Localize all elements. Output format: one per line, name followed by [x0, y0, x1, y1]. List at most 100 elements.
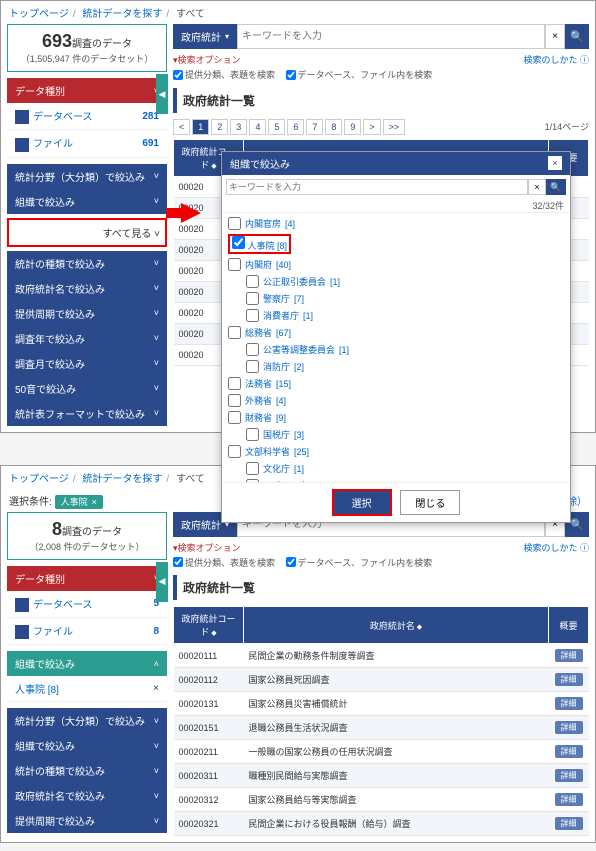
- search-help-link[interactable]: 検索のしかた ⓘ: [523, 541, 589, 554]
- view-all-button[interactable]: すべて見る ˅: [7, 218, 167, 247]
- modal-search-input[interactable]: [226, 179, 528, 195]
- table-row[interactable]: 00020111民間企業の勤務条件制度等調査詳細: [174, 644, 589, 668]
- org-option[interactable]: 財務省 [9]: [228, 409, 564, 426]
- bc-browse[interactable]: 統計データを探す: [82, 474, 162, 485]
- filter-panel[interactable]: 統計表フォーマットで絞込み˅: [7, 401, 167, 426]
- sidebar: 693調査のデータ （1,505,947 件のデータセット） ◀ データ種別˅ …: [7, 24, 167, 426]
- detail-button[interactable]: 詳細: [555, 721, 583, 734]
- row-database[interactable]: データベース5: [7, 591, 167, 618]
- page-3[interactable]: 3: [230, 119, 247, 135]
- org-option[interactable]: 消防庁 [2]: [228, 358, 564, 375]
- org-option[interactable]: 文部科学省 [25]: [228, 443, 564, 460]
- page-6[interactable]: 6: [287, 119, 304, 135]
- page-9[interactable]: 9: [344, 119, 361, 135]
- filter-panel[interactable]: 提供周期で絞込み˅: [7, 301, 167, 326]
- page-2[interactable]: 2: [211, 119, 228, 135]
- search-help-link[interactable]: 検索のしかた ⓘ: [523, 53, 589, 66]
- modal-search-button[interactable]: 🔍: [546, 179, 566, 195]
- cb-content-search[interactable]: データベース、ファイル内を検索: [286, 68, 433, 81]
- filter-panel[interactable]: 組織で絞込み˅: [7, 733, 167, 758]
- remove-icon[interactable]: ×: [153, 683, 159, 694]
- sidebar-collapse[interactable]: ◀: [156, 74, 168, 114]
- page-7[interactable]: 7: [306, 119, 323, 135]
- page-1[interactable]: 1: [192, 119, 209, 135]
- org-option[interactable]: 内閣府 [40]: [228, 256, 564, 273]
- modal-org-list[interactable]: 内閣官房 [4] 人事院 [8] 内閣府 [40] 公正取引委員会 [1] 警察…: [222, 212, 570, 482]
- modal-search-clear[interactable]: ×: [528, 179, 546, 195]
- filter-panel[interactable]: 政府統計名で絞込み˅: [7, 276, 167, 301]
- org-option[interactable]: 警察庁 [7]: [228, 290, 564, 307]
- search-scope-select[interactable]: 政府統計: [173, 24, 237, 49]
- detail-button[interactable]: 詳細: [555, 769, 583, 782]
- cb-content-search[interactable]: データベース、ファイル内を検索: [286, 556, 433, 569]
- filter-panel[interactable]: 調査月で絞込み˅: [7, 351, 167, 376]
- cb-title-search[interactable]: 提供分類、表題を検索: [173, 556, 275, 569]
- table-row[interactable]: 00020312国家公務員給与等実態調査詳細: [174, 788, 589, 812]
- org-option[interactable]: 消費者庁 [1]: [228, 307, 564, 324]
- page->[interactable]: >: [363, 119, 380, 135]
- page-info: 1/14ページ: [545, 120, 589, 133]
- modal-close-icon[interactable]: ×: [548, 156, 562, 170]
- org-option[interactable]: 内閣官房 [4]: [228, 215, 564, 232]
- filter-panel[interactable]: 調査年で絞込み˅: [7, 326, 167, 351]
- page-8[interactable]: 8: [325, 119, 342, 135]
- panel-org-filter[interactable]: 組織で絞込み˄: [7, 651, 167, 676]
- search-bar: 政府統計 × 🔍: [173, 24, 589, 49]
- sidebar-collapse[interactable]: ◀: [156, 562, 168, 602]
- org-option[interactable]: 法務省 [15]: [228, 375, 564, 392]
- filter-panel[interactable]: 提供周期で絞込み˅: [7, 808, 167, 833]
- cb-title-search[interactable]: 提供分類、表題を検索: [173, 68, 275, 81]
- col-code[interactable]: 政府統計コード: [174, 607, 244, 644]
- panel-data-type[interactable]: データ種別˅: [7, 566, 167, 591]
- filter-panel[interactable]: 政府統計名で絞込み˅: [7, 783, 167, 808]
- org-option[interactable]: 文化庁 [1]: [228, 460, 564, 477]
- modal-select-button[interactable]: 選択: [332, 489, 392, 516]
- remove-filter-icon: ×: [92, 497, 97, 507]
- filter-panel[interactable]: 統計分野（大分類）で絞込み˅: [7, 708, 167, 733]
- table-row[interactable]: 00020131国家公務員災害補償統計詳細: [174, 692, 589, 716]
- active-filter-tag[interactable]: 人事院×: [55, 495, 103, 509]
- row-file[interactable]: ファイル691: [7, 130, 167, 157]
- org-option[interactable]: 外務省 [4]: [228, 392, 564, 409]
- org-option[interactable]: 国税庁 [3]: [228, 426, 564, 443]
- table-row[interactable]: 00020211一般職の国家公務員の任用状況調査詳細: [174, 740, 589, 764]
- panel-org-filter[interactable]: 組織で絞込み˅: [7, 189, 167, 214]
- bc-home[interactable]: トップページ: [9, 9, 69, 20]
- panel-field-filter[interactable]: 統計分野（大分類）で絞込み˅: [7, 164, 167, 189]
- page->>[interactable]: >>: [383, 119, 406, 135]
- detail-button[interactable]: 詳細: [555, 673, 583, 686]
- row-database[interactable]: データベース281: [7, 103, 167, 130]
- panel-data-type[interactable]: データ種別˅: [7, 78, 167, 103]
- table-row[interactable]: 00020311職種別民間給与実態調査詳細: [174, 764, 589, 788]
- row-file[interactable]: ファイル8: [7, 618, 167, 645]
- filter-panel[interactable]: 統計の種類で絞込み˅: [7, 758, 167, 783]
- detail-button[interactable]: 詳細: [555, 817, 583, 830]
- table-row[interactable]: 00020112国家公務員死因調査詳細: [174, 668, 589, 692]
- search-input[interactable]: [237, 24, 545, 49]
- detail-button[interactable]: 詳細: [555, 649, 583, 662]
- table-row[interactable]: 00020151退職公務員生活状況調査詳細: [174, 716, 589, 740]
- filter-panel[interactable]: 50音で絞込み˅: [7, 376, 167, 401]
- search-clear[interactable]: ×: [545, 24, 565, 49]
- org-option[interactable]: 公正取引委員会 [1]: [228, 273, 564, 290]
- org-filter-item[interactable]: 人事院 [8]×: [7, 676, 167, 702]
- bc-home[interactable]: トップページ: [9, 474, 69, 485]
- detail-button[interactable]: 詳細: [555, 793, 583, 806]
- org-option[interactable]: 公害等調整委員会 [1]: [228, 341, 564, 358]
- detail-button[interactable]: 詳細: [555, 697, 583, 710]
- detail-button[interactable]: 詳細: [555, 745, 583, 758]
- search-options-link[interactable]: ▾検索オプション: [173, 543, 241, 553]
- table-row[interactable]: 00020321民間企業における役員報酬（給与）調査詳細: [174, 812, 589, 836]
- screenshot-before: トップページ/ 統計データを探す/ すべて 693調査のデータ （1,505,9…: [0, 0, 596, 433]
- bc-browse[interactable]: 統計データを探す: [82, 9, 162, 20]
- org-option[interactable]: 人事院 [8]: [228, 232, 564, 256]
- page-5[interactable]: 5: [268, 119, 285, 135]
- page-<[interactable]: <: [173, 119, 190, 135]
- search-options-link[interactable]: ▾検索オプション: [173, 55, 241, 65]
- search-button[interactable]: 🔍: [565, 24, 589, 49]
- page-4[interactable]: 4: [249, 119, 266, 135]
- col-name[interactable]: 政府統計名: [244, 607, 549, 644]
- org-option[interactable]: 総務省 [67]: [228, 324, 564, 341]
- filter-panel[interactable]: 統計の種類で絞込み˅: [7, 251, 167, 276]
- modal-close-button[interactable]: 閉じる: [400, 490, 460, 515]
